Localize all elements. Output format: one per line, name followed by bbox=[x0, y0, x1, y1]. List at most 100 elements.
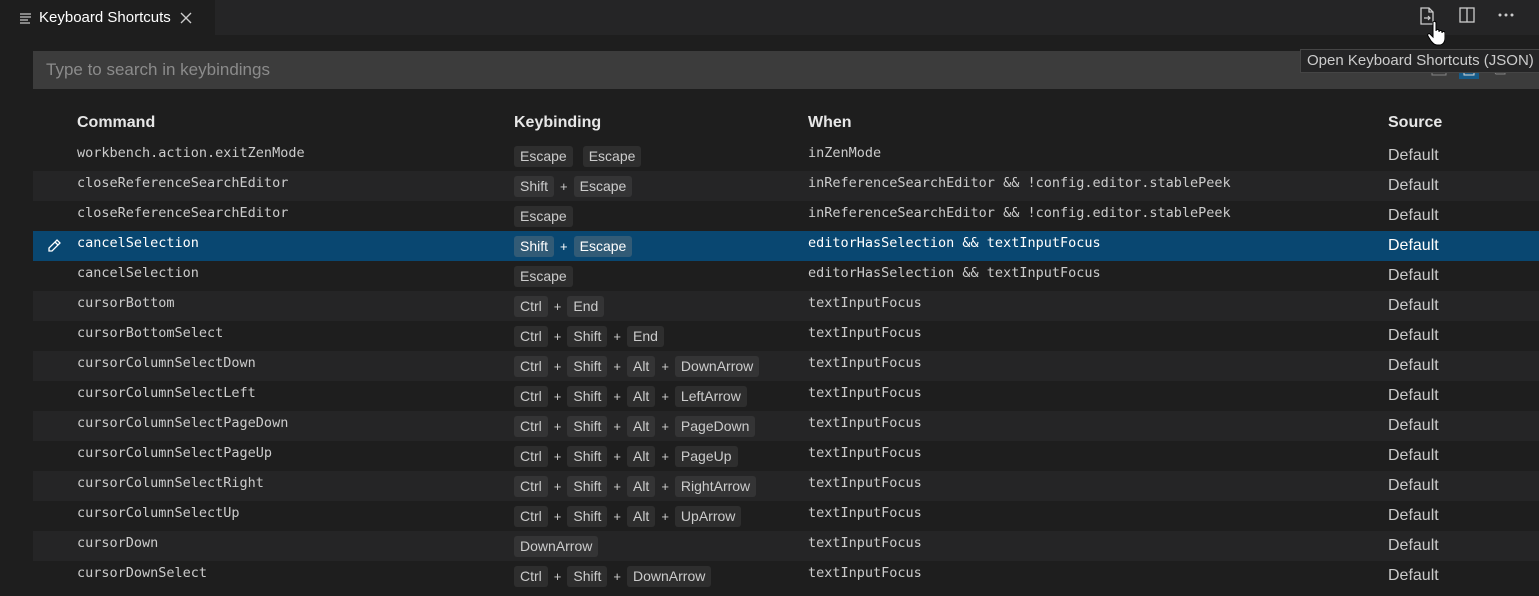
when-cell: inReferenceSearchEditor && !config.edito… bbox=[808, 205, 1231, 221]
table-row[interactable]: cursorDown DownArrow textInputFocus Default bbox=[33, 531, 1539, 561]
when-cell: textInputFocus bbox=[808, 505, 922, 521]
column-header-when[interactable]: When bbox=[808, 114, 852, 132]
key-label: Alt bbox=[626, 445, 656, 467]
key-label: Escape bbox=[582, 145, 642, 167]
column-header-source[interactable]: Source bbox=[1388, 114, 1442, 132]
key-separator: + bbox=[553, 478, 562, 494]
keybindings-table: Command Keybinding When Source workbench… bbox=[33, 101, 1539, 591]
key-separator: + bbox=[661, 508, 669, 524]
table-row[interactable]: cursorColumnSelectUp Ctrl + Shift + Alt + UpArr… bbox=[33, 501, 1539, 531]
key-label: Alt bbox=[626, 415, 656, 437]
keybinding-cell: Escape Escape bbox=[514, 141, 642, 171]
key-label: Ctrl bbox=[514, 295, 548, 317]
table-row[interactable]: cursorColumnSelectPageDown Ctrl + Shift + Alt… bbox=[33, 411, 1539, 441]
key-label: Shift bbox=[567, 385, 608, 407]
table-row[interactable]: cancelSelection Escape editorHasSelection … bbox=[33, 261, 1539, 291]
table-row[interactable]: cursorBottom Ctrl + End textInputFocus Defaul… bbox=[33, 291, 1539, 321]
table-row[interactable]: cursorColumnSelectLeft Ctrl + Shift + Alt + Lef… bbox=[33, 381, 1539, 411]
command-cell: cursorDown bbox=[77, 535, 159, 551]
key-label: Shift bbox=[567, 415, 608, 437]
command-cell: cursorBottomSelect bbox=[77, 325, 224, 341]
key-separator: + bbox=[661, 418, 669, 434]
key-label: Alt bbox=[626, 475, 656, 497]
table-body: workbench.action.exitZenMode Escape Escap… bbox=[33, 141, 1539, 591]
when-cell: textInputFocus bbox=[808, 445, 922, 461]
key-separator: + bbox=[553, 448, 562, 464]
keybinding-cell: Shift + Escape bbox=[514, 231, 633, 261]
keybinding-cell: Shift + Escape bbox=[514, 171, 633, 201]
source-cell: Default bbox=[1388, 567, 1439, 584]
source-cell: Default bbox=[1388, 447, 1439, 464]
key-separator: + bbox=[553, 298, 562, 314]
key-label: PageUp bbox=[674, 445, 738, 467]
keybinding-cell: Ctrl + Shift + Alt + PageUp bbox=[514, 441, 738, 471]
close-icon[interactable] bbox=[179, 11, 193, 25]
table-row[interactable]: closeReferenceSearchEditor Escape inRefere… bbox=[33, 201, 1539, 231]
key-label: Shift bbox=[514, 235, 555, 257]
keybinding-cell: Ctrl + Shift + Alt + UpArrow bbox=[514, 501, 742, 531]
table-row[interactable]: cancelSelection Shift + Escape editorHasSele… bbox=[33, 231, 1539, 261]
table-row[interactable]: cursorColumnSelectDown Ctrl + Shift + Alt + Dow… bbox=[33, 351, 1539, 381]
keybinding-cell: Ctrl + Shift + Alt + PageDown bbox=[514, 411, 756, 441]
table-row[interactable]: cursorColumnSelectRight Ctrl + Shift + Alt + Ri… bbox=[33, 471, 1539, 501]
key-separator: + bbox=[553, 328, 562, 344]
more-actions-button[interactable] bbox=[1492, 1, 1520, 29]
key-separator: + bbox=[613, 508, 621, 524]
key-label: LeftArrow bbox=[674, 385, 747, 407]
key-label: End bbox=[567, 295, 605, 317]
key-separator: + bbox=[613, 388, 621, 404]
command-cell: cursorDownSelect bbox=[77, 565, 208, 581]
source-cell: Default bbox=[1388, 417, 1439, 434]
command-cell: cursorColumnSelectDown bbox=[77, 355, 256, 371]
pointer-cursor-icon bbox=[1427, 20, 1446, 51]
key-separator: + bbox=[661, 358, 669, 374]
key-label: DownArrow bbox=[514, 535, 599, 557]
key-separator: + bbox=[553, 508, 562, 524]
source-cell: Default bbox=[1388, 507, 1439, 524]
when-cell: textInputFocus bbox=[808, 475, 922, 491]
key-label: Ctrl bbox=[514, 355, 548, 377]
table-row[interactable]: workbench.action.exitZenMode Escape Escap… bbox=[33, 141, 1539, 171]
when-cell: textInputFocus bbox=[808, 295, 922, 311]
key-label: Escape bbox=[573, 175, 633, 197]
key-label: Ctrl bbox=[514, 445, 548, 467]
key-label: Shift bbox=[567, 355, 608, 377]
key-label: End bbox=[626, 325, 664, 347]
table-row[interactable]: closeReferenceSearchEditor Shift + Escape in… bbox=[33, 171, 1539, 201]
source-cell: Default bbox=[1388, 387, 1439, 404]
key-separator: + bbox=[613, 418, 621, 434]
keybinding-cell: Escape bbox=[514, 261, 573, 291]
key-label: Escape bbox=[514, 145, 573, 167]
key-label: Shift bbox=[567, 475, 608, 497]
key-label: Ctrl bbox=[514, 415, 548, 437]
edit-keybinding-icon[interactable] bbox=[45, 237, 63, 255]
when-cell: editorHasSelection && textInputFocus bbox=[808, 235, 1101, 251]
command-cell: cursorColumnSelectUp bbox=[77, 505, 240, 521]
table-row[interactable]: cursorDownSelect Ctrl + Shift + DownArrow text… bbox=[33, 561, 1539, 591]
tab-keyboard-shortcuts[interactable]: Keyboard Shortcuts bbox=[0, 0, 215, 35]
key-label: Shift bbox=[567, 505, 608, 527]
when-cell: textInputFocus bbox=[808, 415, 922, 431]
source-cell: Default bbox=[1388, 537, 1439, 554]
keybinding-cell: Escape bbox=[514, 201, 573, 231]
when-cell: textInputFocus bbox=[808, 355, 922, 371]
key-label: PageDown bbox=[674, 415, 756, 437]
list-icon bbox=[19, 11, 33, 25]
column-header-command[interactable]: Command bbox=[77, 114, 155, 132]
split-editor-icon bbox=[1459, 7, 1475, 23]
key-label: Ctrl bbox=[514, 475, 548, 497]
table-row[interactable]: cursorBottomSelect Ctrl + Shift + End textInpu… bbox=[33, 321, 1539, 351]
source-cell: Default bbox=[1388, 177, 1439, 194]
key-separator: + bbox=[560, 178, 568, 194]
table-header: Command Keybinding When Source bbox=[33, 101, 1539, 141]
keybinding-cell: DownArrow bbox=[514, 531, 599, 561]
split-editor-button[interactable] bbox=[1453, 1, 1481, 29]
table-row[interactable]: cursorColumnSelectPageUp Ctrl + Shift + Alt + P… bbox=[33, 441, 1539, 471]
command-cell: workbench.action.exitZenMode bbox=[77, 145, 305, 161]
command-cell: closeReferenceSearchEditor bbox=[77, 175, 289, 191]
key-separator: + bbox=[553, 568, 562, 584]
key-separator: + bbox=[613, 328, 621, 344]
column-header-keybinding[interactable]: Keybinding bbox=[514, 114, 601, 132]
tooltip: Open Keyboard Shortcuts (JSON) bbox=[1300, 49, 1539, 73]
key-label: Shift bbox=[567, 325, 608, 347]
